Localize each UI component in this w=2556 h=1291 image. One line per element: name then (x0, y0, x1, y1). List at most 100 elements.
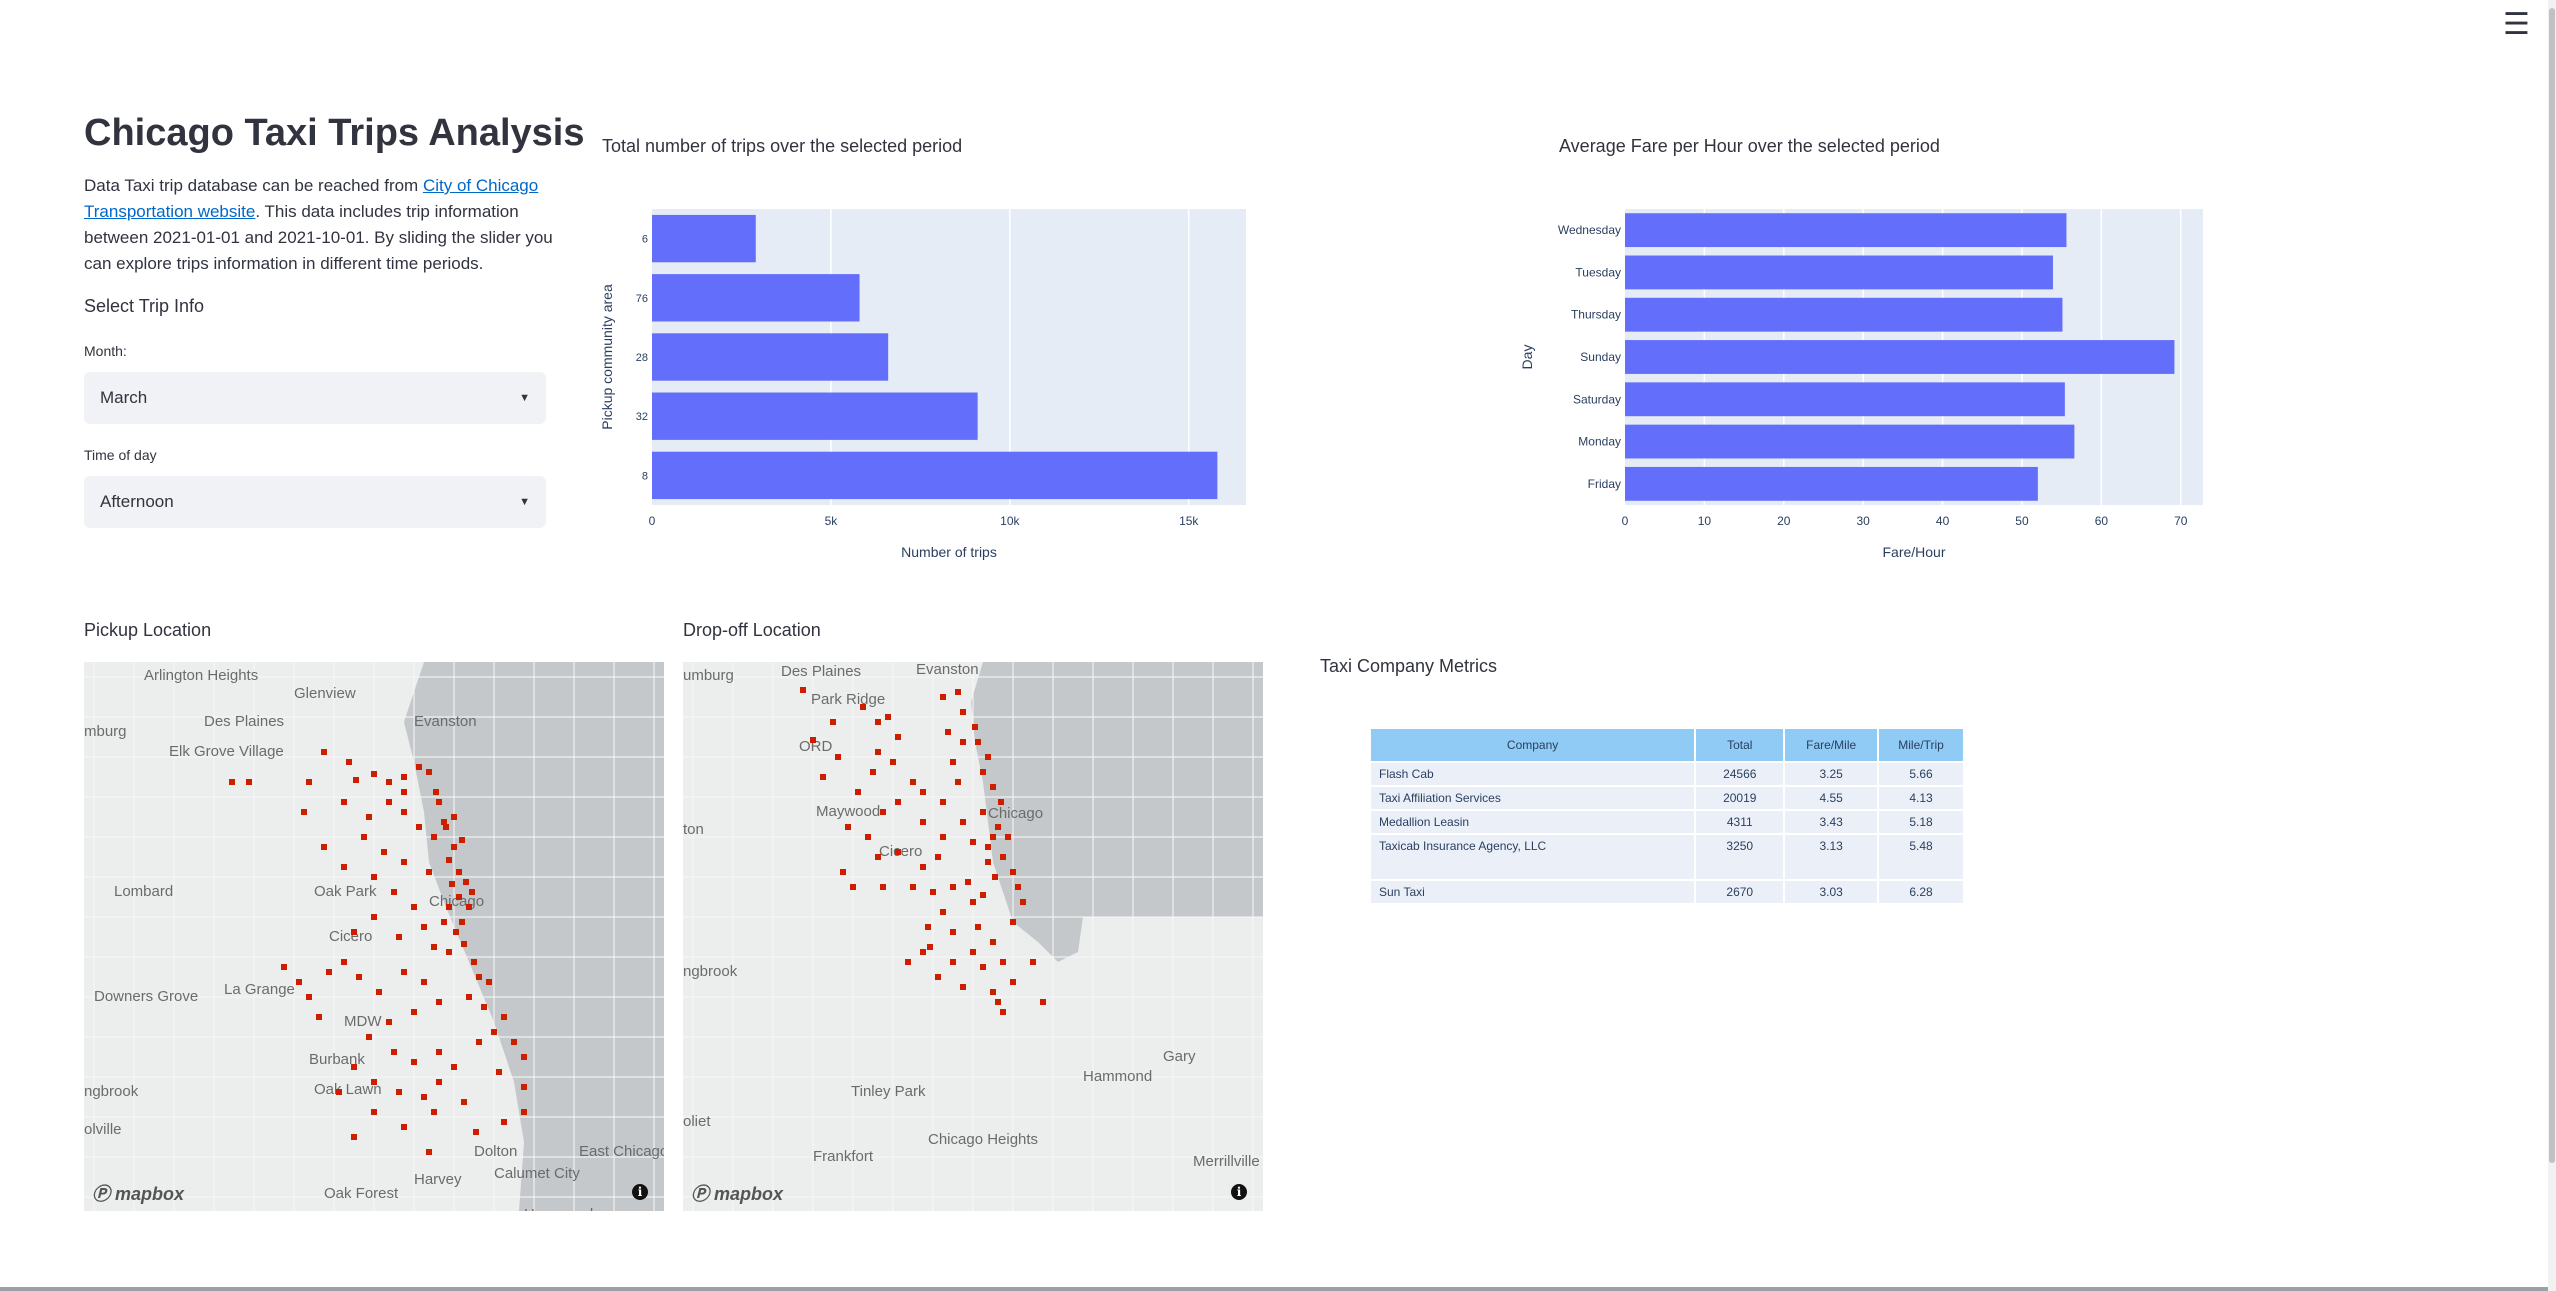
dropoff-map[interactable]: umburg Des Plaines Evanston Park Ridge ORD Ma… (683, 662, 1263, 1211)
table-row: Medallion Leasin 4311 3.43 5.18 (1371, 811, 1963, 833)
map-point (396, 1089, 402, 1095)
map-point (391, 889, 397, 895)
map-point (466, 994, 472, 1000)
map-point (436, 1079, 442, 1085)
table-cell: 20019 (1696, 787, 1784, 809)
bar (1625, 382, 2065, 417)
table-cell: 5.18 (1879, 811, 1963, 833)
bar (652, 274, 860, 322)
map-point (910, 779, 916, 785)
map-point (421, 924, 427, 930)
mapbox-logo: Ⓟ mapbox (691, 1184, 784, 1204)
time-of-day-select-value: Afternoon (100, 492, 174, 511)
map-point (341, 864, 347, 870)
map-point (446, 904, 452, 910)
map-point (456, 894, 462, 900)
x-tick-label: 50 (2015, 514, 2029, 528)
trips-chart: 0 5k 10k 15k 6 76 28 32 8 Number of trips Pickup c… (599, 209, 1246, 560)
dropoff-map-canvas[interactable]: umburg Des Plaines EvanstonPark RidgeORDMa… (683, 662, 1263, 1211)
map-point (491, 1029, 497, 1035)
map-point (461, 941, 467, 947)
map-place-label: oliet (683, 1113, 711, 1130)
month-select[interactable]: March ▼ (84, 372, 546, 424)
page-scrollbar[interactable] (2548, 0, 2556, 1291)
map-point (416, 764, 422, 770)
map-point (835, 754, 841, 760)
map-point (371, 874, 377, 880)
map-place-label: Maywood (816, 803, 880, 820)
map-point (436, 1049, 442, 1055)
table-cell: 3.25 (1785, 763, 1878, 785)
mapbox-attribution: mapbox (714, 1184, 784, 1204)
map-place-label: Cicero (329, 928, 372, 945)
map-point (459, 919, 465, 925)
map-point (875, 719, 881, 725)
map-place-label: mburg (84, 723, 127, 740)
map-point (935, 854, 941, 860)
metrics-title: Taxi Company Metrics (1320, 656, 1498, 676)
map-point (453, 929, 459, 935)
map-point (341, 959, 347, 965)
map-place-label: MDW (344, 1013, 382, 1030)
map-point (436, 999, 442, 1005)
time-of-day-select[interactable]: Afternoon ▼ (84, 476, 546, 528)
map-point (441, 919, 447, 925)
table-cell: 4.13 (1879, 787, 1963, 809)
map-point (436, 799, 442, 805)
map-point (890, 759, 896, 765)
map-point (356, 974, 362, 980)
map-point (920, 789, 926, 795)
map-point (860, 704, 866, 710)
map-point (980, 769, 986, 775)
table-row: Flash Cab 24566 3.25 5.66 (1371, 763, 1963, 785)
map-point (366, 1034, 372, 1040)
bar (652, 392, 978, 440)
pickup-map[interactable]: Arlington Heights Glenview Des Plaines Evan… (84, 662, 664, 1211)
time-of-day-label: Time of day (84, 447, 157, 463)
map-point (965, 879, 971, 885)
table-row: Sun Taxi 2670 3.03 6.28 (1371, 881, 1963, 903)
map-point (336, 1089, 342, 1095)
table-header-row: Company Total Fare/Mile Mile/Trip (1371, 729, 1963, 761)
map-place-label: Evanston (916, 662, 979, 678)
map-point (316, 1014, 322, 1020)
y-tick-label: 8 (642, 470, 648, 482)
map-point (885, 714, 891, 720)
select-trip-info-heading: Select Trip Info (84, 296, 205, 316)
y-tick-label: 28 (636, 352, 648, 364)
map-point (940, 799, 946, 805)
pickup-map-canvas[interactable]: Arlington Heights Glenview Des Plaines Evan… (84, 662, 664, 1211)
table-cell: 3.03 (1785, 881, 1878, 903)
map-point (401, 809, 407, 815)
map-point (433, 789, 439, 795)
map-point (995, 824, 1001, 830)
hamburger-menu-icon[interactable]: ☰ (2503, 10, 2530, 40)
bar (1625, 340, 2175, 374)
map-point (281, 964, 287, 970)
y-tick-label: 76 (636, 293, 648, 305)
map-point (800, 687, 806, 693)
map-point (940, 834, 946, 840)
info-icon[interactable]: i (1231, 1184, 1247, 1200)
map-point (463, 879, 469, 885)
map-place-label: umburg (683, 667, 734, 684)
bottom-divider (0, 1287, 2548, 1291)
table-cell: 6.28 (1879, 881, 1963, 903)
table-cell: 3.43 (1785, 811, 1878, 833)
metrics-table: Company Total Fare/Mile Mile/Trip Flash Cab… (1369, 727, 1965, 905)
map-point (985, 844, 991, 850)
x-tick-label: 10 (1698, 514, 1712, 528)
table-cell: Taxicab Insurance Agency, LLC (1371, 835, 1695, 879)
x-tick-label: 60 (2095, 514, 2109, 528)
scrollbar-thumb[interactable] (2549, 8, 2555, 1163)
map-point (960, 819, 966, 825)
y-tick-label: Thursday (1571, 308, 1621, 322)
column-header: Total (1696, 729, 1784, 761)
info-icon[interactable]: i (632, 1184, 648, 1200)
map-point (411, 904, 417, 910)
map-place-label: ton (683, 821, 704, 838)
map-point (461, 1099, 467, 1105)
map-point (411, 1059, 417, 1065)
map-point (870, 769, 876, 775)
map-point (1020, 899, 1026, 905)
